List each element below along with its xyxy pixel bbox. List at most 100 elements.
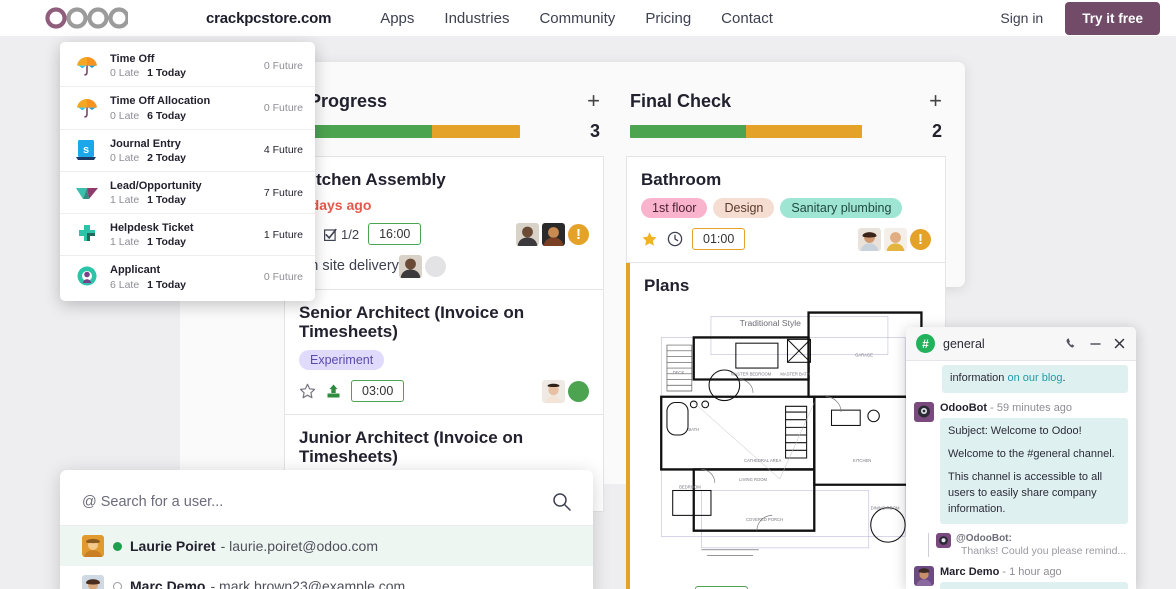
today-count: 6 Today [147, 109, 187, 122]
tag[interactable]: 1st floor [641, 197, 708, 218]
avatar[interactable] [858, 227, 881, 251]
progress-bar[interactable] [288, 125, 520, 138]
avatar[interactable] [884, 227, 907, 251]
future-count: 1 Future [263, 228, 303, 241]
kanban-column-final-check: Final Check + 2 Bathroom 1st floor Desig… [620, 62, 952, 589]
activity-row-applicant[interactable]: Applicant 6 Late 1 Today 0 Future [60, 256, 315, 297]
activity-name: Journal Entry [110, 137, 181, 150]
search-icon[interactable] [552, 492, 571, 511]
tag[interactable]: Experiment [299, 349, 385, 370]
message-body: Building B3, second floor to the right :… [940, 581, 1128, 589]
avatar[interactable] [542, 222, 565, 246]
avatar[interactable] [914, 401, 934, 422]
time-pill[interactable]: 03:00 [351, 380, 405, 403]
assignee-avatars [542, 379, 589, 403]
avatar[interactable] [398, 254, 422, 278]
phone-icon[interactable] [1065, 337, 1078, 350]
kanban-card[interactable]: Kitchen Assembly 3 days ago 1/2 16:00 ! … [284, 156, 604, 290]
subtask-avatars [398, 254, 446, 278]
blog-link[interactable]: on our blog [1007, 372, 1062, 384]
umbrella-icon [77, 98, 97, 118]
odoo-logo-icon [45, 7, 128, 29]
plan-room-label: KITCHEN [853, 458, 871, 463]
upload-priority-icon[interactable] [325, 383, 342, 400]
plan-room-label: DINING ROOM [871, 506, 900, 511]
avatar[interactable] [516, 222, 539, 246]
card-tags: 1st floor Design Sanitary plumbing [641, 197, 931, 218]
avatar[interactable] [914, 565, 934, 586]
activity-row-time-off-allocation[interactable]: Time Off Allocation 0 Late 6 Today 0 Fut… [60, 87, 315, 130]
user-result-row[interactable]: Marc Demo - mark.brown23@example.com [60, 566, 593, 589]
kanban-card[interactable]: Plans Traditional Style DECK MASTER BEDR… [626, 262, 946, 589]
close-icon[interactable] [1113, 337, 1126, 350]
activity-row-time-off[interactable]: Time Off 0 Late 1 Today 0 Future [60, 45, 315, 88]
user-result-row[interactable]: Laurie Poiret - laurie.poiret@odoo.com [60, 526, 593, 566]
chat-header-actions [1065, 337, 1126, 350]
nav-link-contact[interactable]: Contact [706, 10, 788, 27]
card-footer: 01:00 ! [641, 227, 931, 251]
minimize-icon[interactable] [1089, 337, 1102, 350]
add-card-button[interactable]: + [929, 90, 942, 112]
nav-link-apps[interactable]: Apps [365, 10, 429, 27]
activity-row-lead-opportunity[interactable]: Lead/Opportunity 1 Late 1 Today 7 Future [60, 172, 315, 215]
chat-message: Marc Demo - 1 hour ago Building B3, seco… [914, 565, 1128, 589]
kanban-card[interactable]: Bathroom 1st floor Design Sanitary plumb… [626, 156, 946, 263]
kanban-card[interactable]: Senior Architect (Invoice on Timesheets)… [284, 289, 604, 415]
status-dot[interactable] [568, 380, 589, 402]
user-search-input-row[interactable]: @ Search for a user... [60, 470, 593, 526]
quoted-message: @OdooBot: Thanks! Could you please remin… [928, 532, 1128, 557]
message-line: Welcome to the #general channel. [948, 447, 1115, 460]
tag[interactable]: Sanitary plumbing [780, 197, 903, 218]
crm-icon [76, 187, 98, 199]
star-icon[interactable] [641, 231, 658, 248]
card-title: Kitchen Assembly [299, 170, 446, 189]
try-it-free-button[interactable]: Try it free [1065, 1, 1160, 35]
checklist-count: 1/2 [341, 226, 360, 242]
activity-row-helpdesk-ticket[interactable]: Helpdesk Ticket 1 Late 1 Today 1 Future [60, 214, 315, 257]
nav-link-industries[interactable]: Industries [429, 10, 524, 27]
avatar[interactable] [542, 379, 565, 403]
time-pill[interactable]: 01:00 [692, 228, 746, 251]
plan-room-label: COVERED PORCH [746, 517, 783, 522]
clock-icon[interactable] [667, 231, 683, 247]
activity-name: Time Off [110, 53, 155, 65]
activity-alert-badge[interactable]: ! [568, 223, 589, 245]
tag[interactable]: Design [713, 197, 775, 218]
activity-counts: 0 Late 1 Today [110, 67, 256, 79]
star-icon[interactable] [299, 383, 316, 400]
checklist-indicator[interactable]: 1/2 [324, 227, 359, 242]
column-title: Final Check [630, 90, 732, 111]
activity-row-journal-entry[interactable]: s Journal Entry 0 Late 2 Today 4 Future [60, 130, 315, 172]
odoo-logo[interactable] [44, 7, 128, 29]
search-input[interactable]: @ Search for a user... [82, 494, 223, 510]
progress-bar[interactable] [630, 125, 862, 138]
kanban-cards: Bathroom 1st floor Design Sanitary plumb… [620, 156, 952, 589]
page-root: crackpcstore.com Apps Industries Communi… [0, 0, 1176, 589]
card-footer: 03:00 [299, 379, 589, 403]
activity-alert-badge[interactable]: ! [910, 228, 931, 250]
kanban-column-in-progress: In Progress + 3 Kitchen Assembly 3 days … [278, 62, 610, 512]
status-dot[interactable] [424, 255, 446, 277]
channel-name: general [943, 336, 985, 351]
floor-plan-image[interactable]: Traditional Style DECK MASTER BEDROOM MA… [644, 303, 931, 571]
activity-name: Lead/Opportunity [110, 179, 202, 192]
helpdesk-icon [79, 224, 95, 241]
chat-message-list[interactable]: information on our blog. OdooBot - 59 mi… [906, 361, 1136, 589]
brand-name: crackpcstore.com [206, 9, 332, 27]
activity-dropdown-menu: Time Off 0 Late 1 Today 0 Future Time Of… [60, 42, 315, 301]
today-count: 1 Today [147, 194, 187, 207]
time-pill[interactable]: 16:00 [368, 223, 422, 246]
nav-link-pricing[interactable]: Pricing [630, 10, 706, 27]
channel-hash-icon: # [916, 334, 935, 353]
sign-in-link[interactable]: Sign in [1000, 10, 1043, 26]
add-card-button[interactable]: + [587, 90, 600, 112]
svg-text:s: s [83, 144, 89, 156]
user-name: Laurie Poiret [130, 538, 216, 554]
card-title: Bathroom [641, 170, 722, 189]
future-count: 7 Future [263, 186, 303, 199]
message-header: Marc Demo - 1 hour ago [940, 566, 1128, 578]
assignee-avatars: ! [516, 222, 589, 246]
message-time: - 1 hour ago [1002, 565, 1062, 578]
today-count: 1 Today [147, 236, 187, 249]
nav-link-community[interactable]: Community [524, 10, 630, 27]
